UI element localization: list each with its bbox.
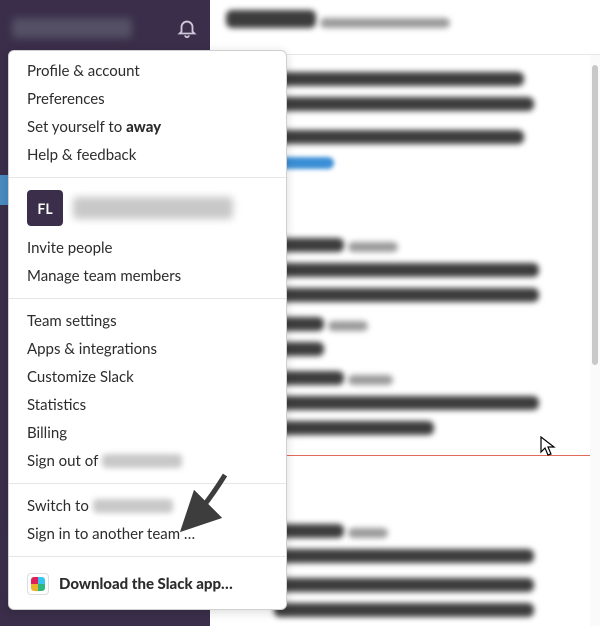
menu-invite-people[interactable]: Invite people xyxy=(9,234,286,262)
menu-download-label: Download the Slack app… xyxy=(59,575,233,593)
menu-help-feedback[interactable]: Help & feedback xyxy=(9,141,286,169)
menu-customize-slack[interactable]: Customize Slack xyxy=(9,363,286,391)
team-icon: FL xyxy=(27,190,63,226)
workspace-menu: Profile & account Preferences Set yourse… xyxy=(8,50,287,610)
menu-switch-team[interactable]: Switch to xyxy=(9,492,286,520)
menu-sign-out-prefix: Sign out of xyxy=(27,452,102,470)
channel-subtitle xyxy=(320,18,450,28)
menu-profile-account[interactable]: Profile & account xyxy=(9,57,286,85)
menu-download-app[interactable]: Download the Slack app… xyxy=(9,565,286,603)
channel-header xyxy=(210,0,600,55)
channel-title xyxy=(226,10,316,28)
menu-manage-members[interactable]: Manage team members xyxy=(9,262,286,290)
menu-billing[interactable]: Billing xyxy=(9,419,286,447)
menu-set-away-bold: away xyxy=(126,118,161,136)
menu-set-away[interactable]: Set yourself to away xyxy=(9,113,286,141)
team-name-inline xyxy=(102,454,182,468)
menu-apps-integrations[interactable]: Apps & integrations xyxy=(9,335,286,363)
scrollbar-thumb[interactable] xyxy=(592,65,598,365)
menu-set-away-prefix: Set yourself to xyxy=(27,118,126,136)
bell-icon[interactable] xyxy=(176,17,198,39)
team-name xyxy=(73,197,233,219)
other-team-inline xyxy=(93,499,173,513)
menu-separator xyxy=(9,556,286,557)
menu-preferences[interactable]: Preferences xyxy=(9,85,286,113)
menu-separator xyxy=(9,298,286,299)
workspace-name xyxy=(12,18,132,38)
menu-current-team[interactable]: FL xyxy=(9,186,286,234)
slack-icon xyxy=(27,573,49,595)
menu-switch-prefix: Switch to xyxy=(27,497,93,515)
menu-statistics[interactable]: Statistics xyxy=(9,391,286,419)
menu-team-settings[interactable]: Team settings xyxy=(9,307,286,335)
sidebar-header[interactable] xyxy=(0,0,210,55)
menu-sign-in-another-team[interactable]: Sign in to another team … xyxy=(9,520,286,548)
menu-separator xyxy=(9,177,286,178)
menu-sign-out[interactable]: Sign out of xyxy=(9,447,286,475)
menu-separator xyxy=(9,483,286,484)
